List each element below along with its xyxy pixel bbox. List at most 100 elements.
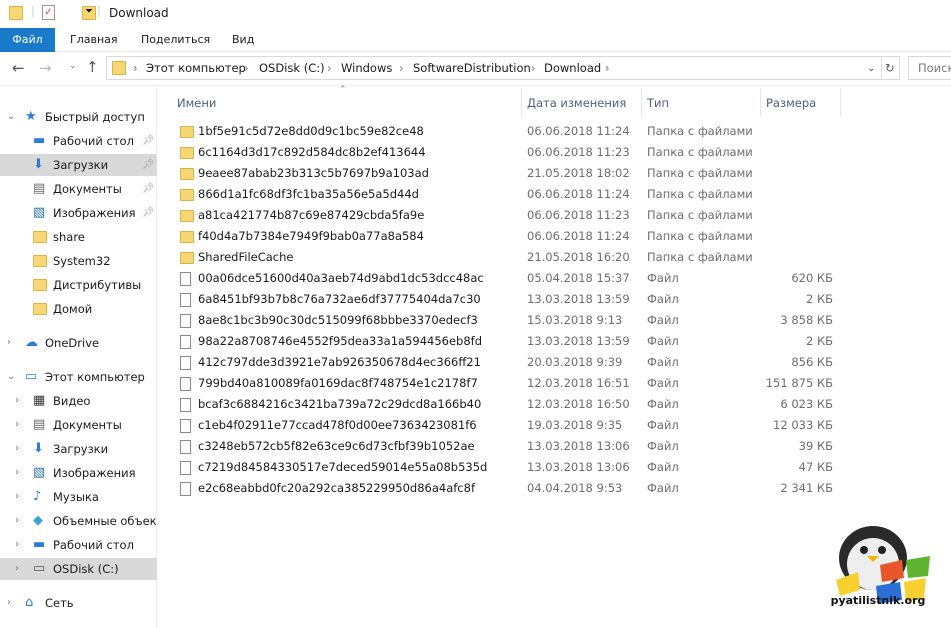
chevron-right-icon[interactable]: ›	[7, 332, 11, 354]
file-row[interactable]: 8ae8c1bc3b90c30dc515099f68bbbe3370edecf3…	[165, 310, 845, 331]
folder-icon	[33, 279, 47, 291]
file-size: 3 858 КБ	[780, 313, 833, 327]
column-divider[interactable]	[840, 88, 841, 116]
nav-item[interactable]: Дистрибутивы	[0, 274, 157, 296]
file-icon	[180, 461, 191, 475]
file-row[interactable]: a81ca421774b87c69e87429cbda5fa9e 06.06.2…	[165, 205, 845, 226]
address-bar[interactable]: › Этот компьютер › OSDisk (C:) › Windows…	[106, 56, 900, 80]
nav-item[interactable]: › ▤ Документы	[0, 414, 157, 436]
file-row[interactable]: 00a06dce51600d40a3aeb74d9abd1dc53dcc48ac…	[165, 268, 845, 289]
file-row[interactable]: bcaf3c6884216c3421ba739a72c29dcd8a166b40…	[165, 394, 845, 415]
tab-share[interactable]: Поделиться	[141, 28, 210, 52]
desktop-icon: ▬	[33, 537, 46, 552]
breadcrumb-separator: ›	[531, 61, 536, 75]
file-row[interactable]: 866d1a1fc68df3fc1ba35a56e5a5d44d 06.06.2…	[165, 184, 845, 205]
column-divider[interactable]	[521, 88, 522, 116]
refresh-icon[interactable]: ↻	[885, 61, 895, 75]
file-row[interactable]: SharedFileCache 21.05.2018 16:20 Папка с…	[165, 247, 845, 268]
tab-file[interactable]: Файл	[0, 28, 55, 52]
nav-item[interactable]: › ◆ Объемные объекты	[0, 510, 157, 532]
column-header-date[interactable]: Дата изменения	[527, 96, 626, 110]
nav-item[interactable]: ▤ Документы 📌︎	[0, 178, 157, 200]
folder-icon	[33, 255, 47, 267]
nav-item[interactable]: ⬇ Загрузки 📌︎	[0, 154, 157, 176]
column-header-size[interactable]: Размера	[766, 96, 816, 110]
pin-icon[interactable]: 📌︎	[142, 154, 155, 176]
file-row[interactable]: 6c1164d3d17c892d584dc8b2ef413644 06.06.2…	[165, 142, 845, 163]
nav-item[interactable]: System32	[0, 250, 157, 272]
file-name: f40d4a7b7384e7949f9bab0a77a8a584	[198, 229, 424, 243]
file-row[interactable]: c1eb4f02911e77ccad478f0d00ee7363423081f6…	[165, 415, 845, 436]
nav-item[interactable]: ▧ Изображения 📌︎	[0, 202, 157, 224]
chevron-right-icon[interactable]: ›	[7, 592, 11, 614]
tab-home[interactable]: Главная	[70, 28, 118, 52]
window-title: Download	[109, 6, 169, 20]
nav-item[interactable]: › ▧ Изображения	[0, 462, 157, 484]
file-row[interactable]: 799bd40a810089fa0169dac8f748754e1c2178f7…	[165, 373, 845, 394]
navigation-pane: ⌄ ★ Быстрый доступ ▬ Рабочий стол 📌︎ ⬇ Загрузки…	[0, 86, 157, 628]
chevron-right-icon[interactable]: ›	[15, 486, 19, 508]
tab-view[interactable]: Вид	[232, 28, 254, 52]
chevron-right-icon[interactable]: ›	[15, 558, 19, 580]
nav-item[interactable]: Домой	[0, 298, 157, 320]
up-arrow-icon[interactable]: ↑	[86, 58, 99, 76]
divider: |	[97, 4, 101, 18]
nav-item[interactable]: ⌄ ▭ Этот компьютер	[0, 366, 157, 388]
file-row[interactable]: f40d4a7b7384e7949f9bab0a77a8a584 06.06.2…	[165, 226, 845, 247]
chevron-down-icon[interactable]: ⌄	[7, 366, 15, 388]
pin-icon[interactable]: 📌︎	[142, 178, 155, 200]
quick-access-dropdown-icon[interactable]: ⏷	[85, 6, 93, 17]
back-arrow-icon[interactable]: ←	[12, 59, 25, 77]
file-row[interactable]: c3248eb572cb5f82e63ce9c6d73cfbf39b1052ae…	[165, 436, 845, 457]
file-row[interactable]: e2c68eabbd0fc20a292ca385229950d86a4afc8f…	[165, 478, 845, 499]
nav-item[interactable]: › ▭ OSDisk (C:)	[0, 558, 157, 580]
chevron-right-icon[interactable]: ›	[15, 510, 19, 532]
file-date: 15.03.2018 9:13	[527, 313, 623, 327]
properties-icon[interactable]: ✓	[42, 5, 55, 20]
column-header-name[interactable]: Имени	[177, 96, 216, 110]
pin-icon[interactable]: 📌︎	[142, 130, 155, 152]
nav-item[interactable]: › ⬇ Загрузки	[0, 438, 157, 460]
file-size: 856 КБ	[791, 355, 833, 369]
pin-icon[interactable]: 📌︎	[142, 202, 155, 224]
nav-item[interactable]: ⌄ ★ Быстрый доступ	[0, 106, 157, 128]
column-header-type[interactable]: Тип	[647, 96, 669, 110]
column-divider[interactable]	[641, 88, 642, 116]
chevron-down-icon[interactable]: ⌄	[7, 106, 15, 128]
breadcrumb-separator: ›	[605, 61, 610, 75]
file-row[interactable]: 9eaee87abab23b313c5b7697b9a103ad 21.05.2…	[165, 163, 845, 184]
breadcrumb-download[interactable]: Download	[544, 61, 601, 75]
nav-item[interactable]: › ▬ Рабочий стол	[0, 534, 157, 556]
column-divider[interactable]	[760, 88, 761, 116]
file-type: Папка с файлами	[647, 166, 753, 180]
breadcrumb-this-pc[interactable]: Этот компьютер	[146, 61, 246, 75]
file-name: e2c68eabbd0fc20a292ca385229950d86a4afc8f	[198, 481, 475, 495]
file-size: 2 341 КБ	[780, 481, 833, 495]
file-row[interactable]: c7219d84584330517e7deced59014e55a08b535d…	[165, 457, 845, 478]
chevron-right-icon[interactable]: ›	[15, 438, 19, 460]
file-row[interactable]: 1bf5e91c5d72e8dd0d9c1bc59e82ce48 06.06.2…	[165, 121, 845, 142]
nav-item[interactable]: ▬ Рабочий стол 📌︎	[0, 130, 157, 152]
recent-locations-icon[interactable]: ⌄	[69, 61, 77, 71]
nav-item[interactable]: share	[0, 226, 157, 248]
breadcrumb-osdisk[interactable]: OSDisk (C:)	[259, 61, 325, 75]
nav-item[interactable]: › ▦ Видео	[0, 390, 157, 412]
forward-arrow-icon[interactable]: →	[39, 59, 52, 77]
video-icon: ▦	[33, 393, 46, 408]
file-row[interactable]: 412c797dde3d3921e7ab926350678d4ec366ff21…	[165, 352, 845, 373]
file-size: 2 КБ	[805, 292, 833, 306]
nav-item[interactable]: › ⌂ Сеть	[0, 592, 157, 614]
file-row[interactable]: 6a8451bf93b7b8c76a732ae6df37775404da7c30…	[165, 289, 845, 310]
nav-item[interactable]: › ♪ Музыка	[0, 486, 157, 508]
chevron-right-icon[interactable]: ›	[15, 414, 19, 436]
file-row[interactable]: 98a22a8708746e4552f95dea33a1a594456eb8fd…	[165, 331, 845, 352]
breadcrumb-windows[interactable]: Windows	[341, 61, 392, 75]
address-dropdown-icon[interactable]: ⌄	[867, 63, 875, 74]
chevron-right-icon[interactable]: ›	[15, 390, 19, 412]
chevron-right-icon[interactable]: ›	[15, 462, 19, 484]
search-input[interactable]: Поиск	[908, 56, 951, 80]
breadcrumb-softwaredistribution[interactable]: SoftwareDistribution	[413, 61, 531, 75]
file-name: c3248eb572cb5f82e63ce9c6d73cfbf39b1052ae	[198, 439, 475, 453]
chevron-right-icon[interactable]: ›	[15, 534, 19, 556]
nav-item[interactable]: › ☁ OneDrive	[0, 332, 157, 354]
